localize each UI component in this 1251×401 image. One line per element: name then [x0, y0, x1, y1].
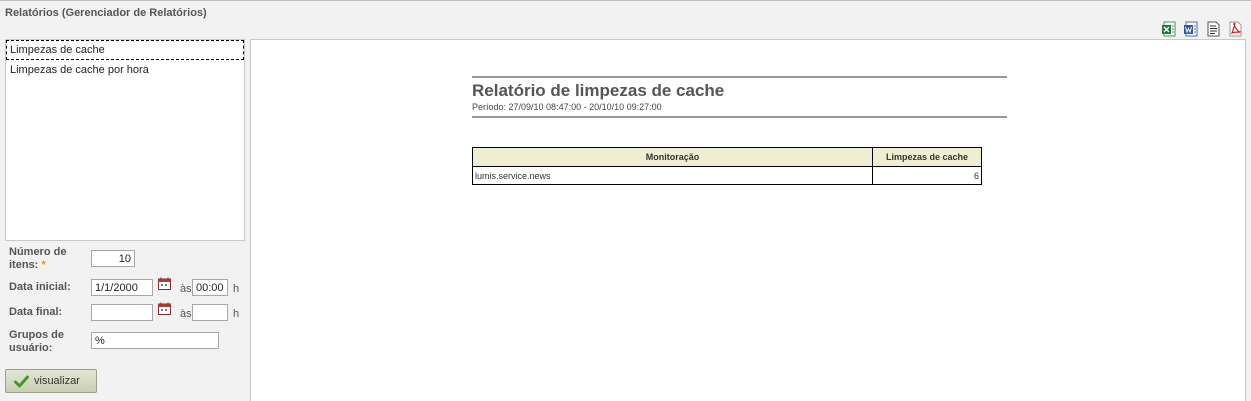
- start-hour-unit: h: [233, 283, 240, 295]
- start-date-input[interactable]: [91, 279, 153, 296]
- text-export-icon[interactable]: [1205, 21, 1221, 37]
- report-item-limpezas-de-cache-por-hora[interactable]: Limpezas de cache por hora: [6, 60, 244, 80]
- start-time-input[interactable]: [192, 279, 228, 296]
- user-groups-label: Grupos de usuário:: [9, 329, 65, 354]
- num-items-label: Número de itens: *: [9, 246, 67, 271]
- checkmark-icon: [14, 375, 29, 387]
- end-time-input[interactable]: [192, 304, 228, 321]
- cell-monitoracao: lumis.service.news: [472, 166, 873, 185]
- top-border: [0, 0, 1251, 1]
- pdf-icon[interactable]: [1227, 21, 1243, 37]
- visualizar-label: visualizar: [34, 375, 80, 387]
- report-title: Relatório de limpezas de cache: [472, 81, 725, 100]
- word-icon[interactable]: [1183, 21, 1199, 37]
- start-date-label: Data inicial:: [9, 281, 71, 293]
- column-header-limpezas-de-cache: Limpezas de cache: [872, 147, 982, 167]
- report-table: Monitoração Limpezas de cache lumis.serv…: [472, 147, 982, 185]
- required-marker: *: [41, 259, 46, 271]
- user-groups-input[interactable]: [91, 332, 219, 349]
- column-header-monitoracao: Monitoração: [472, 147, 873, 167]
- cell-limpezas-count: 6: [872, 166, 982, 185]
- end-date-label: Data final:: [9, 306, 63, 318]
- window-title: Relatórios (Gerenciador de Relatórios): [5, 7, 207, 19]
- start-as-label: às: [180, 283, 192, 295]
- table-row: lumis.service.news 6: [472, 166, 982, 185]
- end-date-input[interactable]: [91, 304, 153, 321]
- header-bottom-rule: [472, 116, 1007, 118]
- table-header-row: Monitoração Limpezas de cache: [472, 147, 982, 167]
- num-items-input[interactable]: [91, 250, 135, 267]
- header-top-rule: [472, 76, 1007, 78]
- report-header: Relatório de limpezas de cache Período: …: [472, 76, 1007, 118]
- start-calendar-icon[interactable]: [158, 277, 171, 290]
- report-list: Limpezas de cache Limpezas de cache por …: [5, 39, 245, 241]
- report-item-limpezas-de-cache[interactable]: Limpezas de cache: [6, 40, 244, 60]
- export-toolbar: [1161, 21, 1243, 37]
- report-period: Período: 27/09/10 08:47:00 - 20/10/10 09…: [472, 102, 662, 112]
- end-as-label: às: [180, 308, 192, 320]
- end-calendar-icon[interactable]: [158, 302, 171, 315]
- left-panel: Limpezas de cache Limpezas de cache por …: [0, 39, 250, 401]
- excel-icon[interactable]: [1161, 21, 1177, 37]
- end-hour-unit: h: [233, 308, 240, 320]
- report-view-panel: Relatório de limpezas de cache Período: …: [250, 39, 1246, 401]
- visualizar-button[interactable]: visualizar: [5, 369, 97, 393]
